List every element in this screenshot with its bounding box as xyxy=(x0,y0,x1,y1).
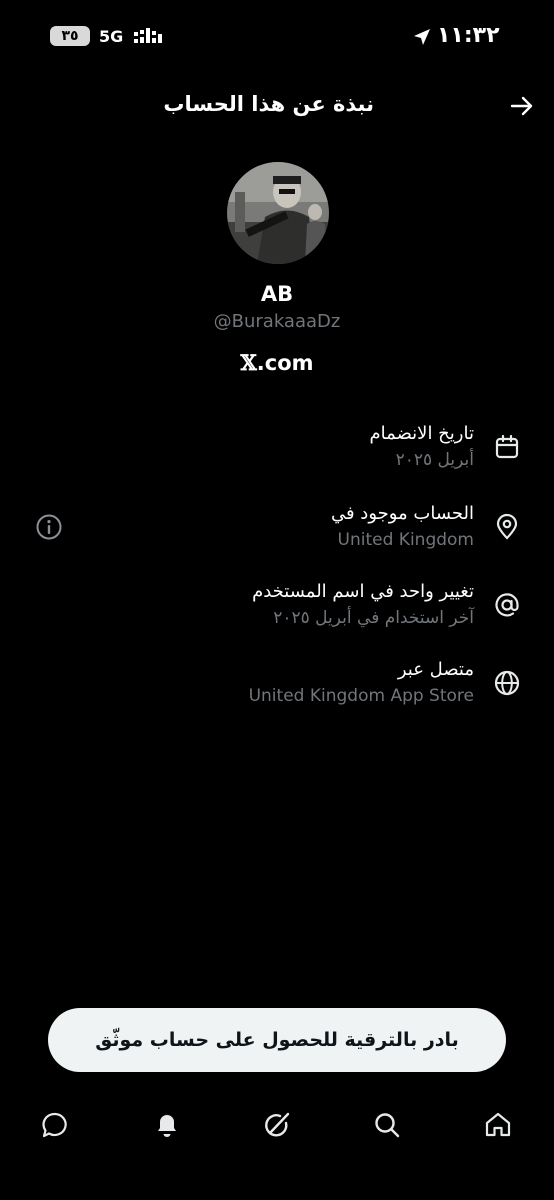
arrow-right-icon[interactable] xyxy=(508,92,536,120)
avatar[interactable] xyxy=(227,162,329,264)
username-value: آخر استخدام في أبريل ٢٠٢٥ xyxy=(273,608,474,628)
connected-title: متصل عبر xyxy=(397,659,474,680)
joined-value: أبريل ٢٠٢٥ xyxy=(395,450,474,470)
connected-value: United Kingdom App Store xyxy=(248,686,474,706)
globe-icon xyxy=(493,669,521,697)
messages-icon[interactable] xyxy=(40,1110,70,1140)
info-icon[interactable] xyxy=(35,513,63,541)
location-arrow-icon xyxy=(413,28,431,50)
location-title: الحساب موجود في xyxy=(330,503,474,524)
battery-icon: ٣٥ xyxy=(50,26,90,46)
status-bar: ٣٥ 5G ١١:٣٢ xyxy=(0,22,554,52)
network-type: 5G xyxy=(99,27,124,46)
location-pin-icon xyxy=(493,513,521,541)
status-time: ١١:٣٢ xyxy=(437,23,500,48)
calendar-icon xyxy=(493,433,521,461)
search-icon[interactable] xyxy=(372,1110,402,1140)
upgrade-verified-button[interactable]: بادر بالترقية للحصول على حساب موثّق xyxy=(48,1008,506,1072)
x-logo-icon: 𝕏 xyxy=(240,350,257,375)
info-row-location: الحساب موجود في United Kingdom xyxy=(331,501,474,553)
info-row-joined: تاريخ الانضمام أبريل ٢٠٢٥ xyxy=(370,421,474,473)
notifications-icon[interactable] xyxy=(152,1110,182,1140)
display-name: AB xyxy=(260,282,294,306)
home-icon[interactable] xyxy=(483,1110,513,1140)
username-title: تغيير واحد في اسم المستخدم xyxy=(252,581,474,602)
site-domain: .com xyxy=(256,351,314,375)
page-title: نبذة عن هذا الحساب xyxy=(163,92,374,116)
signal-icon xyxy=(134,28,162,46)
user-handle: @BurakaaaDz xyxy=(213,311,341,332)
info-row-username: تغيير واحد في اسم المستخدم آخر استخدام ف… xyxy=(252,579,474,631)
joined-title: تاريخ الانضمام xyxy=(369,423,474,444)
grok-icon[interactable] xyxy=(262,1110,292,1140)
at-sign-icon xyxy=(493,591,521,619)
location-value: United Kingdom xyxy=(337,530,474,550)
info-row-connected: متصل عبر United Kingdom App Store xyxy=(249,657,474,709)
site-label: 𝕏.com xyxy=(0,350,554,375)
